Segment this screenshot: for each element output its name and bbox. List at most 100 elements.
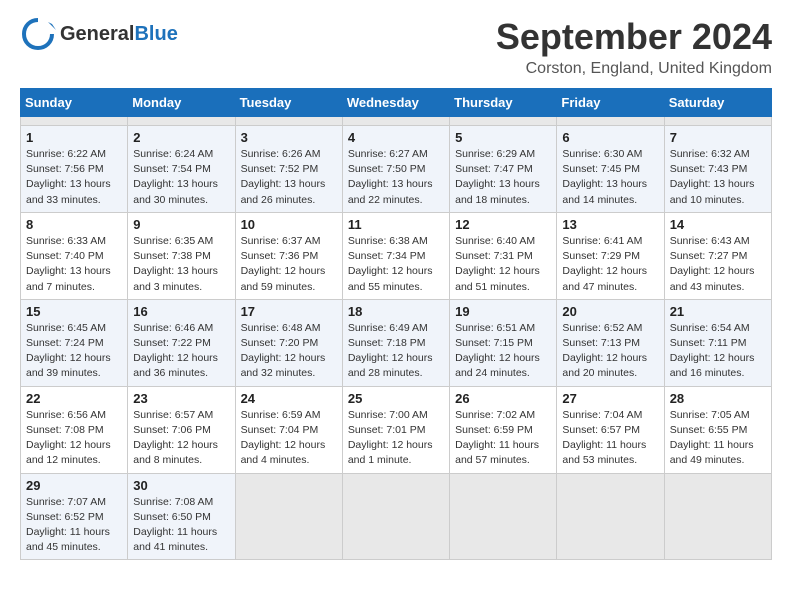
- day-info: Sunrise: 7:07 AMSunset: 6:52 PMDaylight:…: [26, 495, 122, 556]
- calendar-cell: 12Sunrise: 6:40 AMSunset: 7:31 PMDayligh…: [450, 212, 557, 299]
- day-info: Sunrise: 6:30 AMSunset: 7:45 PMDaylight:…: [562, 147, 658, 208]
- day-info: Sunrise: 6:56 AMSunset: 7:08 PMDaylight:…: [26, 408, 122, 469]
- day-number: 12: [455, 217, 551, 232]
- calendar-cell: 7 Sunrise: 6:32 AMSunset: 7:43 PMDaylight…: [664, 126, 771, 213]
- day-number: 14: [670, 217, 766, 232]
- calendar-cell: 29 Sunrise: 7:07 AMSunset: 6:52 PMDayligh…: [21, 473, 128, 560]
- calendar-cell: 17Sunrise: 6:48 AMSunset: 7:20 PMDayligh…: [235, 299, 342, 386]
- day-info: Sunrise: 6:46 AMSunset: 7:22 PMDaylight:…: [133, 321, 229, 382]
- calendar-cell: 22Sunrise: 6:56 AMSunset: 7:08 PMDayligh…: [21, 386, 128, 473]
- day-number: 6: [562, 130, 658, 145]
- calendar-cell: 11Sunrise: 6:38 AMSunset: 7:34 PMDayligh…: [342, 212, 449, 299]
- day-number: 7: [670, 130, 766, 145]
- day-info: Sunrise: 6:26 AMSunset: 7:52 PMDaylight:…: [241, 147, 337, 208]
- day-info: Sunrise: 6:57 AMSunset: 7:06 PMDaylight:…: [133, 408, 229, 469]
- day-info: Sunrise: 6:54 AMSunset: 7:11 PMDaylight:…: [670, 321, 766, 382]
- logo-blue: Blue: [134, 23, 177, 45]
- day-info: Sunrise: 6:48 AMSunset: 7:20 PMDaylight:…: [241, 321, 337, 382]
- calendar-cell: [342, 117, 449, 126]
- weekday-header: Saturday: [664, 89, 771, 117]
- weekday-header: Sunday: [21, 89, 128, 117]
- day-info: Sunrise: 6:49 AMSunset: 7:18 PMDaylight:…: [348, 321, 444, 382]
- calendar-cell: 4 Sunrise: 6:27 AMSunset: 7:50 PMDaylight…: [342, 126, 449, 213]
- calendar-cell: 10Sunrise: 6:37 AMSunset: 7:36 PMDayligh…: [235, 212, 342, 299]
- day-number: 26: [455, 391, 551, 406]
- day-info: Sunrise: 6:51 AMSunset: 7:15 PMDaylight:…: [455, 321, 551, 382]
- day-number: 23: [133, 391, 229, 406]
- day-info: Sunrise: 7:04 AMSunset: 6:57 PMDaylight:…: [562, 408, 658, 469]
- weekday-header: Tuesday: [235, 89, 342, 117]
- calendar-cell: 25Sunrise: 7:00 AMSunset: 7:01 PMDayligh…: [342, 386, 449, 473]
- calendar-cell: [664, 473, 771, 560]
- calendar-cell: 30 Sunrise: 7:08 AMSunset: 6:50 PMDayligh…: [128, 473, 235, 560]
- day-number: 30: [133, 478, 229, 493]
- day-number: 18: [348, 304, 444, 319]
- day-info: Sunrise: 7:08 AMSunset: 6:50 PMDaylight:…: [133, 495, 229, 556]
- calendar-cell: 26 Sunrise: 7:02 AMSunset: 6:59 PMDayligh…: [450, 386, 557, 473]
- day-info: Sunrise: 7:02 AMSunset: 6:59 PMDaylight:…: [455, 408, 551, 469]
- calendar-cell: 14 Sunrise: 6:43 AMSunset: 7:27 PMDayligh…: [664, 212, 771, 299]
- logo: GeneralBlue: [20, 16, 178, 52]
- calendar-cell: 3 Sunrise: 6:26 AMSunset: 7:52 PMDaylight…: [235, 126, 342, 213]
- day-number: 28: [670, 391, 766, 406]
- calendar-cell: 23 Sunrise: 6:57 AMSunset: 7:06 PMDayligh…: [128, 386, 235, 473]
- day-number: 9: [133, 217, 229, 232]
- calendar-week-row: 1Sunrise: 6:22 AMSunset: 7:56 PMDaylight…: [21, 126, 772, 213]
- month-title: September 2024: [496, 16, 772, 58]
- calendar-cell: [235, 473, 342, 560]
- calendar-cell: [342, 473, 449, 560]
- calendar-cell: 15 Sunrise: 6:45 AMSunset: 7:24 PMDayligh…: [21, 299, 128, 386]
- day-number: 21: [670, 304, 766, 319]
- calendar-header-row: SundayMondayTuesdayWednesdayThursdayFrid…: [21, 89, 772, 117]
- day-number: 2: [133, 130, 229, 145]
- calendar-cell: [235, 117, 342, 126]
- day-number: 29: [26, 478, 122, 493]
- day-number: 19: [455, 304, 551, 319]
- calendar-cell: [450, 473, 557, 560]
- day-info: Sunrise: 6:52 AMSunset: 7:13 PMDaylight:…: [562, 321, 658, 382]
- day-info: Sunrise: 6:38 AMSunset: 7:34 PMDaylight:…: [348, 234, 444, 295]
- calendar-cell: 24 Sunrise: 6:59 AMSunset: 7:04 PMDayligh…: [235, 386, 342, 473]
- calendar-cell: 1Sunrise: 6:22 AMSunset: 7:56 PMDaylight…: [21, 126, 128, 213]
- day-info: Sunrise: 6:27 AMSunset: 7:50 PMDaylight:…: [348, 147, 444, 208]
- calendar-cell: 18 Sunrise: 6:49 AMSunset: 7:18 PMDayligh…: [342, 299, 449, 386]
- title-area: September 2024 Corston, England, United …: [496, 16, 772, 78]
- day-number: 16: [133, 304, 229, 319]
- day-number: 13: [562, 217, 658, 232]
- day-number: 10: [241, 217, 337, 232]
- logo-text: GeneralBlue: [60, 23, 178, 46]
- day-info: Sunrise: 6:35 AMSunset: 7:38 PMDaylight:…: [133, 234, 229, 295]
- weekday-header: Wednesday: [342, 89, 449, 117]
- day-info: Sunrise: 6:32 AMSunset: 7:43 PMDaylight:…: [670, 147, 766, 208]
- calendar-cell: 8Sunrise: 6:33 AMSunset: 7:40 PMDaylight…: [21, 212, 128, 299]
- calendar-cell: [557, 117, 664, 126]
- day-info: Sunrise: 6:43 AMSunset: 7:27 PMDaylight:…: [670, 234, 766, 295]
- calendar-week-row: 15 Sunrise: 6:45 AMSunset: 7:24 PMDayligh…: [21, 299, 772, 386]
- day-info: Sunrise: 6:45 AMSunset: 7:24 PMDaylight:…: [26, 321, 122, 382]
- day-info: Sunrise: 6:24 AMSunset: 7:54 PMDaylight:…: [133, 147, 229, 208]
- location: Corston, England, United Kingdom: [496, 60, 772, 78]
- weekday-header: Monday: [128, 89, 235, 117]
- calendar-cell: 20 Sunrise: 6:52 AMSunset: 7:13 PMDayligh…: [557, 299, 664, 386]
- day-number: 3: [241, 130, 337, 145]
- calendar-cell: 9 Sunrise: 6:35 AMSunset: 7:38 PMDaylight…: [128, 212, 235, 299]
- day-number: 8: [26, 217, 122, 232]
- calendar-table: SundayMondayTuesdayWednesdayThursdayFrid…: [20, 88, 772, 560]
- day-info: Sunrise: 7:05 AMSunset: 6:55 PMDaylight:…: [670, 408, 766, 469]
- day-number: 20: [562, 304, 658, 319]
- day-number: 1: [26, 130, 122, 145]
- calendar-week-row: [21, 117, 772, 126]
- calendar-week-row: 8Sunrise: 6:33 AMSunset: 7:40 PMDaylight…: [21, 212, 772, 299]
- day-number: 4: [348, 130, 444, 145]
- weekday-header: Friday: [557, 89, 664, 117]
- calendar-week-row: 22Sunrise: 6:56 AMSunset: 7:08 PMDayligh…: [21, 386, 772, 473]
- calendar-cell: 16 Sunrise: 6:46 AMSunset: 7:22 PMDayligh…: [128, 299, 235, 386]
- day-info: Sunrise: 6:29 AMSunset: 7:47 PMDaylight:…: [455, 147, 551, 208]
- logo-general: General: [60, 23, 134, 45]
- calendar-cell: [664, 117, 771, 126]
- day-number: 15: [26, 304, 122, 319]
- day-info: Sunrise: 6:59 AMSunset: 7:04 PMDaylight:…: [241, 408, 337, 469]
- day-number: 24: [241, 391, 337, 406]
- calendar-cell: [557, 473, 664, 560]
- calendar-cell: 5Sunrise: 6:29 AMSunset: 7:47 PMDaylight…: [450, 126, 557, 213]
